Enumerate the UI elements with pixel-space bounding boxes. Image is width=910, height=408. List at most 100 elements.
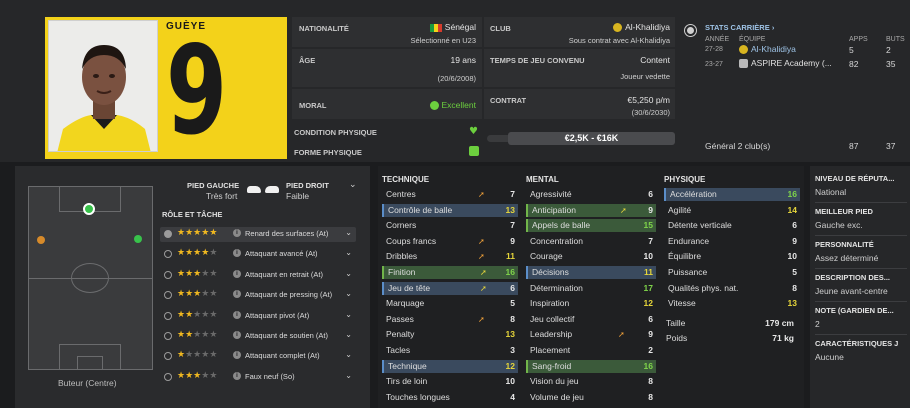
role-rating-stars: ★★★★★	[177, 269, 217, 279]
attribute-row[interactable]: Jeu de tête ➚ 6	[382, 281, 518, 295]
info-icon[interactable]: i	[233, 249, 241, 258]
attribute-row[interactable]: Centres ➚ 7	[382, 188, 518, 201]
star-icon: ★	[185, 330, 194, 340]
position-pitch[interactable]	[28, 186, 153, 370]
position-dot-left-am[interactable]	[37, 236, 45, 244]
chevron-down-icon[interactable]: ⌄	[345, 350, 352, 359]
attribute-row[interactable]: Vitesse 13	[664, 297, 800, 310]
role-radio[interactable]	[164, 291, 172, 300]
position-dot-right-am[interactable]	[134, 235, 142, 243]
attribute-row[interactable]: Tirs de loin 10	[382, 375, 518, 388]
role-row[interactable]: ★★★★★ i Attaquant complet (At) ⌄	[160, 349, 356, 364]
role-row[interactable]: ★★★★★ i Attaquant en retrait (At) ⌄	[160, 268, 356, 283]
attribute-value: 15	[643, 220, 653, 231]
attribute-row[interactable]: Placement 2	[526, 344, 656, 357]
chevron-down-icon[interactable]: ⌄	[345, 371, 352, 380]
info-icon[interactable]: i	[233, 229, 241, 237]
career-title[interactable]: STATS CARRIÈRE ›	[705, 23, 774, 32]
attribute-row[interactable]: Agressivité 6	[526, 188, 656, 201]
attribute-row[interactable]: Accélération 16	[664, 188, 800, 201]
attribute-row[interactable]: Appels de balle 15	[526, 219, 656, 233]
role-row[interactable]: ★★★★★ i Attaquant avancé (At) ⌄	[160, 247, 356, 262]
info-icon[interactable]: i	[233, 371, 241, 380]
star-icon: ★	[177, 350, 186, 361]
chevron-down-icon[interactable]: ⌄	[345, 248, 352, 257]
attribute-name: Corners	[386, 220, 417, 231]
career-row-team[interactable]: ASPIRE Academy (...	[739, 58, 832, 69]
attribute-row[interactable]: Technique 12	[382, 359, 518, 373]
attribute-row[interactable]: Passes ➚ 8	[382, 313, 518, 326]
attribute-row[interactable]: Endurance 9	[664, 235, 800, 248]
attribute-row[interactable]: Volume de jeu 8	[526, 391, 656, 404]
stats-gear-icon[interactable]	[685, 25, 696, 36]
attribute-name: Technique	[388, 360, 427, 371]
chevron-down-icon[interactable]: ⌄	[345, 289, 352, 298]
attribute-row[interactable]: Qualités phys. nat. 8	[664, 282, 800, 295]
transfer-value[interactable]: €2,5K - €16K	[508, 132, 675, 145]
attribute-row[interactable]: Finition ➚ 16	[382, 266, 518, 279]
attribute-name: Passes	[386, 313, 414, 324]
role-radio[interactable]	[164, 230, 172, 238]
info-icon[interactable]: i	[233, 331, 241, 339]
attribute-row[interactable]: Touches longues 4	[382, 391, 518, 404]
role-radio[interactable]	[164, 311, 172, 320]
attribute-row[interactable]: Décisions 11	[526, 266, 656, 279]
role-radio[interactable]	[164, 372, 172, 381]
attribute-row[interactable]: Vision du jeu 8	[526, 375, 656, 388]
attribute-row[interactable]: Détermination 17	[526, 282, 656, 295]
role-row[interactable]: ★★★★★ i Renard des surfaces (At) ⌄	[160, 227, 356, 242]
attribute-value: 5	[792, 267, 797, 277]
attribute-row[interactable]: Puissance 5	[664, 266, 800, 279]
attribute-row[interactable]: Leadership ➚ 9	[526, 328, 656, 341]
attribute-name: Penalty	[386, 329, 415, 340]
role-radio[interactable]	[164, 332, 172, 340]
attribute-row[interactable]: Penalty 13	[382, 328, 518, 341]
role-radio[interactable]	[164, 250, 172, 259]
attribute-row[interactable]: Détente verticale 6	[664, 219, 800, 232]
attribute-row[interactable]: Dribbles ➚ 11	[382, 250, 518, 263]
attribute-value: 10	[643, 251, 653, 262]
club-value[interactable]: Al-Khalidiya	[575, 22, 670, 33]
attribute-row[interactable]: Agilité 14	[664, 204, 800, 217]
chevron-down-icon[interactable]: ⌄	[345, 330, 352, 339]
attribute-row[interactable]: Corners 7	[382, 219, 518, 232]
role-row[interactable]: ★★★★★ i Attaquant pivot (At) ⌄	[160, 309, 356, 324]
attribute-row[interactable]: Marquage 5	[382, 297, 518, 310]
nationality-value[interactable]: Sénégal	[400, 22, 476, 32]
attribute-row[interactable]: Concentration 7	[526, 235, 656, 248]
role-row[interactable]: ★★★★★ i Faux neuf (So) ⌄	[160, 370, 356, 385]
attribute-row[interactable]: Tacles 3	[382, 344, 518, 357]
chevron-down-icon[interactable]: ⌄	[345, 310, 352, 319]
technique-column: TECHNIQUE Centres ➚ 7 Contrôle de balle 13 Co…	[378, 166, 522, 408]
attribute-value: 16	[643, 360, 653, 371]
role-radio[interactable]	[164, 270, 172, 279]
role-row[interactable]: ★★★★★ i Attaquant de pressing (At) ⌄	[160, 288, 356, 303]
attribute-row[interactable]: Équilibre 10	[664, 250, 800, 263]
info-icon[interactable]: i	[233, 290, 241, 299]
attribute-row[interactable]: Contrôle de balle 13	[382, 203, 518, 217]
position-dot-striker[interactable]	[83, 203, 95, 215]
chevron-down-icon[interactable]: ⌄	[345, 269, 352, 278]
attribute-row[interactable]: Anticipation ➚ 9	[526, 203, 656, 217]
attribute-row[interactable]: Inspiration 12	[526, 297, 656, 310]
attribute-row[interactable]: Coups francs ➚ 9	[382, 235, 518, 248]
attribute-name: Accélération	[670, 189, 717, 199]
attribute-name: Endurance	[668, 235, 710, 246]
attribute-row[interactable]: Courage 10	[526, 250, 656, 263]
attribute-name: Contrôle de balle	[388, 204, 453, 215]
morale-value[interactable]: Excellent	[400, 100, 476, 111]
chevron-down-icon[interactable]: ⌄	[349, 179, 357, 190]
star-icon: ★	[177, 248, 186, 259]
info-icon[interactable]: i	[233, 310, 241, 319]
career-row-team[interactable]: Al-Khalidiya	[739, 44, 796, 55]
attribute-row[interactable]: Sang-froid 16	[526, 359, 656, 373]
info-icon[interactable]: i	[233, 269, 241, 278]
star-icon: ★	[209, 370, 218, 381]
attribute-row[interactable]: Jeu collectif 6	[526, 313, 656, 326]
player-portrait[interactable]	[48, 20, 158, 152]
center-circle	[71, 263, 109, 293]
role-row[interactable]: ★★★★★ i Attaquant de soutien (At) ⌄	[160, 329, 356, 344]
chevron-down-icon[interactable]: ⌄	[345, 228, 352, 237]
info-icon[interactable]: i	[233, 351, 241, 360]
role-radio[interactable]	[164, 352, 172, 361]
